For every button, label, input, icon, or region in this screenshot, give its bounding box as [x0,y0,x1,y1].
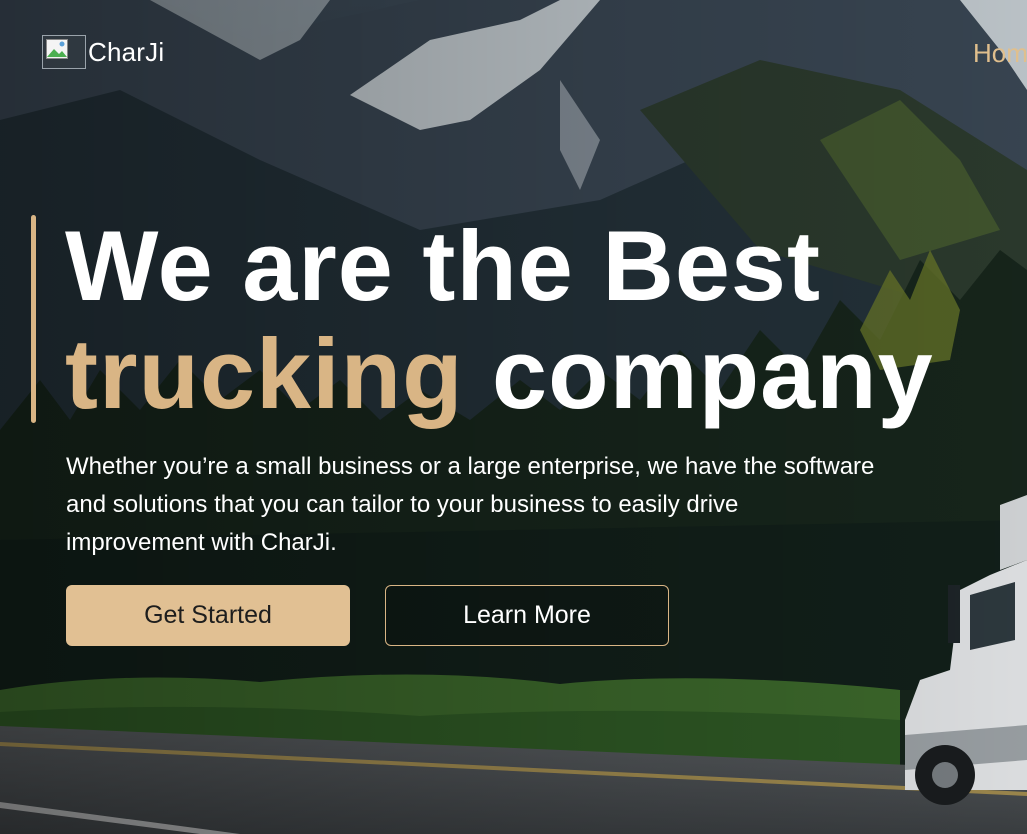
hero-description-line3: improvement with CharJi. [66,529,337,556]
headline-accent-bar [31,215,36,423]
hero-title-highlight: trucking [65,318,464,429]
nav-link-home[interactable]: Hom [973,38,1027,69]
broken-image-icon [42,35,86,69]
hero-description: Whether you’re a small business or a lar… [66,448,986,562]
hero-title-line1: We are the Best [65,210,821,321]
top-navigation: CharJi Hom [0,0,1027,100]
hero-section: CharJi Hom We are the Best trucking comp… [0,0,1027,834]
brand-name: CharJi [88,36,165,67]
hero-title: We are the Best trucking company [65,212,934,428]
hero-description-line2: and solutions that you can tailor to you… [66,491,739,518]
hero-title-line2: trucking company [65,320,934,428]
hero-description-line1: Whether you’re a small business or a lar… [66,453,875,480]
brand-logo[interactable]: CharJi [42,35,164,69]
get-started-button[interactable]: Get Started [66,585,350,646]
learn-more-button[interactable]: Learn More [385,585,669,646]
hero-title-rest: company [463,318,934,429]
